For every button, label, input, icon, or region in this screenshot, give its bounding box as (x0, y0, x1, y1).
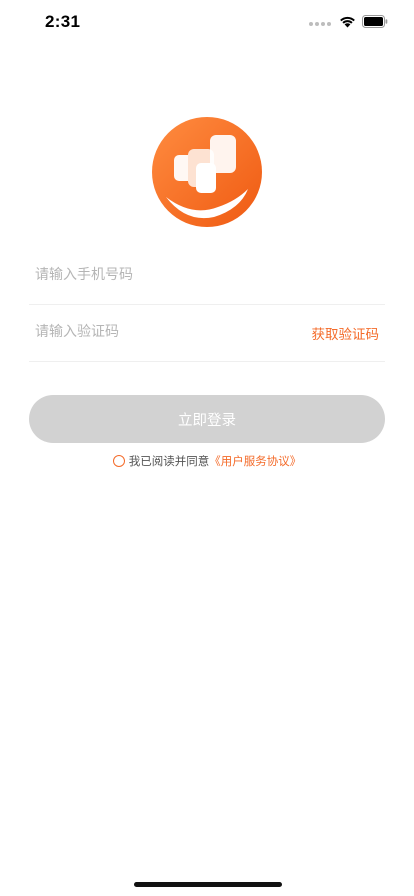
agreement-text: 我已阅读并同意 (128, 454, 210, 468)
home-indicator[interactable] (134, 882, 282, 887)
status-time: 2:31 (45, 12, 81, 31)
status-icons (309, 14, 388, 28)
wifi-icon (340, 16, 355, 27)
app-logo (152, 117, 262, 227)
battery-icon (362, 14, 388, 28)
verification-code-input[interactable] (35, 303, 295, 361)
code-field: 获取验证码 (29, 303, 385, 362)
phone-field (29, 246, 385, 305)
phone-input[interactable] (35, 246, 295, 304)
get-code-button[interactable]: 获取验证码 (312, 323, 380, 343)
login-button[interactable]: 立即登录 (29, 395, 385, 443)
user-agreement-link[interactable]: 《用户服务协议》 (209, 453, 301, 469)
status-bar: 2:31 (0, 0, 414, 44)
agreement-row: 我已阅读并同意 《用户服务协议》 (0, 452, 414, 470)
agreement-checkbox[interactable] (112, 455, 125, 467)
cellular-signal-icon (309, 17, 331, 26)
